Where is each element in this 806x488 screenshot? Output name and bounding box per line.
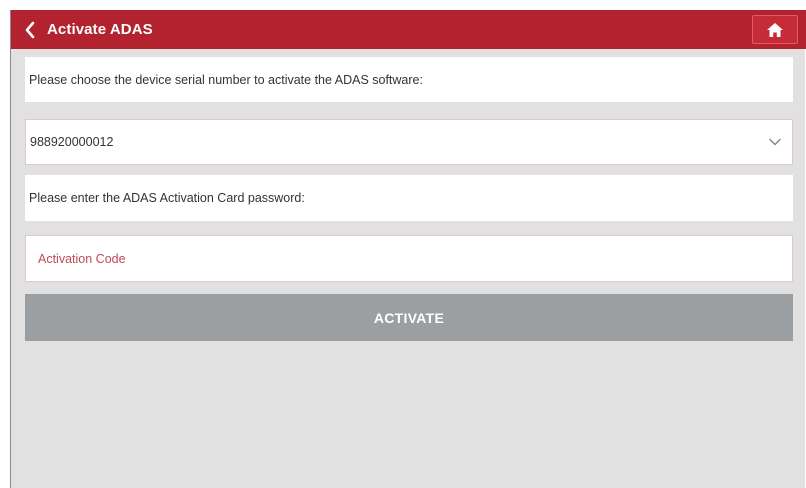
serial-number-value: 988920000012 — [30, 135, 114, 149]
serial-number-prompt: Please choose the device serial number t… — [25, 57, 793, 102]
home-button[interactable] — [752, 15, 798, 44]
page-title: Activate ADAS — [47, 21, 153, 38]
serial-number-prompt-text: Please choose the device serial number t… — [29, 72, 423, 87]
back-button[interactable] — [19, 10, 41, 49]
activate-button[interactable]: ACTIVATE — [25, 294, 793, 341]
activation-code-field-wrapper — [25, 235, 793, 282]
password-prompt: Please enter the ADAS Activation Card pa… — [25, 175, 793, 221]
chevron-left-icon — [25, 21, 35, 38]
password-prompt-text: Please enter the ADAS Activation Card pa… — [29, 191, 305, 205]
activate-adas-screen: Activate ADAS Please choose the device s… — [10, 10, 806, 488]
chevron-down-icon — [769, 138, 781, 146]
activation-code-input[interactable] — [26, 236, 792, 281]
home-icon — [767, 22, 783, 37]
serial-number-select[interactable]: 988920000012 — [25, 119, 793, 165]
header-bar: Activate ADAS — [11, 10, 806, 49]
